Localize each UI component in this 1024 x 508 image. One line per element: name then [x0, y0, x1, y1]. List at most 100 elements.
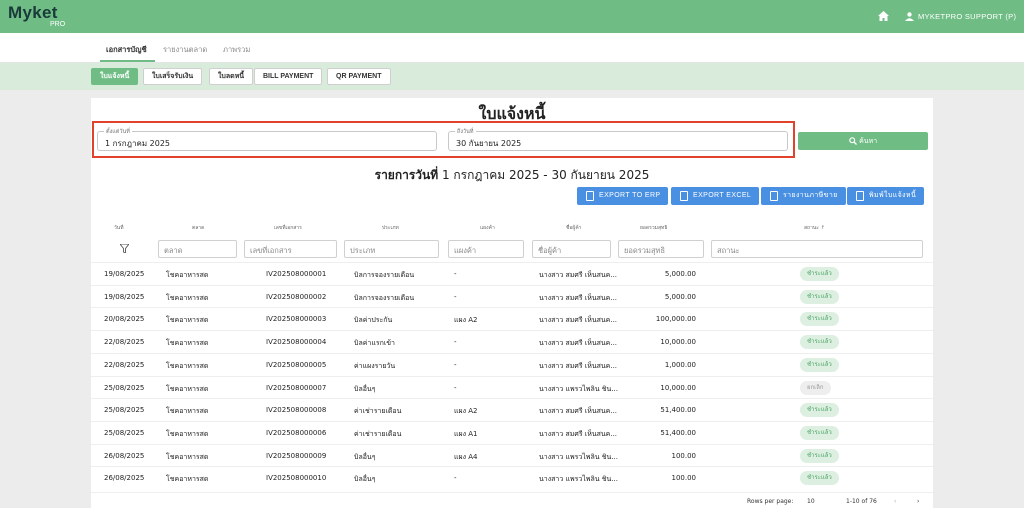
table-row[interactable]: 25/08/2025 โชคอาหารสด IV202508000006 ค่าเช่…	[91, 420, 933, 444]
status-badge: ชำระแล้ว	[800, 267, 839, 281]
filter-type[interactable]: ประเภท	[344, 240, 439, 258]
cell-doc: IV202508000008	[266, 406, 327, 415]
cell-stall: -	[454, 338, 457, 347]
table-row[interactable]: 22/08/2025 โชคอาหารสด IV202508000004 บิลค่า…	[91, 330, 933, 353]
main-tab-bar: เอกสารบัญชี รายงานตลาด ภาพรวม	[0, 33, 1024, 63]
next-page-icon[interactable]: ›	[917, 498, 919, 505]
cell-amount: 100.00	[671, 451, 697, 460]
cell-vendor: นางสาว แพรวไพลิน ชิน...	[539, 452, 618, 461]
export-erp-button[interactable]: EXPORT TO ERP	[577, 187, 669, 205]
search-button-label: ค้นหา	[859, 137, 878, 145]
cell-market: โชคอาหารสด	[166, 271, 209, 279]
status-badge: ชำระแล้ว	[800, 425, 839, 440]
prev-page-icon[interactable]: ‹	[894, 498, 896, 505]
cell-stall: -	[454, 383, 457, 392]
cell-type: ค่าเช่ารายเดือน	[354, 407, 402, 416]
column-header-type[interactable]: ประเภท	[382, 224, 399, 232]
cell-type: บิลอื่นๆ	[354, 384, 376, 393]
cell-vendor: นางสาว สมศรี เห็นสนค...	[539, 429, 618, 438]
cell-market: โชคอาหารสด	[166, 429, 209, 438]
subtab-credit-note[interactable]: ใบลดหนี้	[209, 68, 254, 85]
tab-market-report[interactable]: รายงานตลาด	[163, 44, 207, 56]
filter-doc-number[interactable]: เลขที่เอกสาร	[244, 240, 337, 258]
top-bar: Myket PRO MYKETPRO SUPPORT (P)	[0, 0, 1024, 33]
cell-date: 25/08/2025	[104, 406, 145, 415]
subtab-receipt[interactable]: ใบเสร็จรับเงิน	[143, 68, 203, 85]
cell-vendor: นางสาว แพรวไพลิน ชิน...	[539, 384, 618, 393]
status-badge: ชำระแล้ว	[800, 403, 839, 418]
range-text: 1 กรกฎาคม 2025 - 30 กันยายน 2025	[441, 168, 650, 182]
cell-doc: IV202508000004	[266, 338, 327, 347]
cell-date: 19/08/2025	[104, 292, 145, 301]
cell-type: บิลอื่นๆ	[354, 452, 376, 461]
filter-stall[interactable]: แผงค้า	[448, 240, 524, 258]
range-title: รายการวันที่ 1 กรกฎาคม 2025 - 30 กันยายน…	[91, 166, 933, 185]
cell-market: โชคอาหารสด	[166, 407, 209, 416]
table-row[interactable]: 26/08/2025 โชคอาหารสด IV202508000010 บิลอื่…	[91, 466, 933, 489]
tab-overview[interactable]: ภาพรวม	[223, 44, 250, 56]
table-row[interactable]: 20/08/2025 โชคอาหารสด IV202508000003 บิลค่า…	[91, 307, 933, 330]
tab-accounting-documents[interactable]: เอกสารบัญชี	[106, 44, 147, 56]
user-icon[interactable]	[905, 12, 914, 21]
table-row[interactable]: 25/08/2025 โชคอาหารสด IV202508000008 ค่าเช่…	[91, 398, 933, 421]
column-header-status[interactable]: สถานะ ↑	[804, 224, 825, 232]
cell-stall: แผง A2	[454, 316, 478, 325]
cell-vendor: นางสาว สมศรี เห็นสนค...	[539, 316, 618, 325]
table-row[interactable]: 19/08/2025 โชคอาหารสด IV202508000001 บิลการ…	[91, 262, 933, 285]
table-row[interactable]: 19/08/2025 โชคอาหารสด IV202508000002 บิลการ…	[91, 284, 933, 308]
rows-per-page-label: Rows per page:	[747, 498, 794, 505]
column-header-doc-number[interactable]: เลขที่เอกสาร	[274, 224, 302, 232]
cell-vendor: นางสาว สมศรี เห็นสนค...	[539, 361, 618, 370]
sub-tab-bar: ใบแจ้งหนี้ ใบเสร็จรับเงิน ใบลดหนี้ BILL …	[0, 63, 1024, 90]
home-icon[interactable]	[878, 11, 889, 21]
cell-vendor: นางสาว สมศรี เห็นสนค...	[539, 407, 618, 416]
cell-date: 19/08/2025	[104, 270, 145, 278]
subtab-qr-payment[interactable]: QR PAYMENT	[327, 68, 391, 85]
filter-status[interactable]: สถานะ	[711, 240, 923, 258]
status-badge: ชำระแล้ว	[800, 448, 839, 463]
sales-tax-report-label: รายงานภาษีขาย	[783, 192, 838, 199]
cell-stall: -	[454, 292, 457, 301]
table-row[interactable]: 25/08/2025 โชคอาหารสด IV202508000007 บิลอื่…	[91, 375, 933, 399]
column-header-stall[interactable]: แผงค้า	[480, 224, 495, 232]
highlight-box	[92, 121, 795, 158]
rows-per-page-select[interactable]: 10	[807, 498, 815, 505]
table-row[interactable]: 22/08/2025 โชคอาหารสด IV202508000005 ค่าแผง…	[91, 352, 933, 376]
subtab-invoice[interactable]: ใบแจ้งหนี้	[91, 68, 139, 85]
cell-doc: IV202508000005	[266, 360, 327, 369]
print-invoice-button[interactable]: พิมพ์ใบแจ้งหนี้	[847, 187, 925, 205]
cell-amount: 10,000.00	[660, 383, 696, 392]
cell-date: 26/08/2025	[104, 451, 145, 460]
active-tab-indicator	[100, 60, 155, 62]
cell-type: บิลอื่นๆ	[354, 475, 376, 484]
filter-funnel-icon[interactable]	[120, 244, 129, 253]
search-button[interactable]: ค้นหา	[798, 132, 928, 150]
cell-date: 22/08/2025	[104, 360, 145, 369]
app-logo[interactable]: Myket	[8, 3, 58, 23]
filter-net-total[interactable]: ยอดรวมสุทธิ	[618, 240, 704, 258]
column-header-market[interactable]: ตลาด	[192, 224, 204, 232]
cell-amount: 51,400.00	[660, 428, 696, 437]
cell-type: บิลค่าแรกเข้า	[354, 339, 395, 348]
sales-tax-report-button[interactable]: รายงานภาษีขาย	[761, 187, 846, 205]
cell-market: โชคอาหารสด	[166, 339, 209, 348]
column-header-date[interactable]: วันที่	[114, 224, 124, 232]
cell-type: บิลค่าประกัน	[354, 316, 393, 325]
column-header-net-total[interactable]: ยอดรวมสุทธิ	[640, 224, 667, 232]
app-window: Myket PRO MYKETPRO SUPPORT (P) เอกสารบัญ…	[0, 0, 1024, 508]
column-header-vendor[interactable]: ชื่อผู้ค้า	[566, 224, 581, 232]
cell-amount: 100.00	[671, 474, 697, 483]
range-prefix: รายการวันที่	[374, 168, 439, 182]
table-row[interactable]: 26/08/2025 โชคอาหารสด IV202508000009 บิลอื่…	[91, 443, 933, 467]
cell-type: บิลการจองรายเดือน	[354, 293, 415, 302]
cell-doc: IV202508000007	[266, 383, 327, 392]
cell-vendor: นางสาว สมศรี เห็นสนค...	[539, 339, 618, 348]
cell-vendor: นางสาว สมศรี เห็นสนค...	[539, 271, 618, 279]
export-excel-button[interactable]: EXPORT EXCEL	[671, 187, 760, 205]
filter-market[interactable]: ตลาด	[158, 240, 237, 258]
user-menu[interactable]: MYKETPRO SUPPORT (P)	[918, 12, 1016, 21]
cell-stall: แผง A2	[454, 407, 478, 416]
subtab-bill-payment[interactable]: BILL PAYMENT	[254, 68, 323, 85]
filter-vendor[interactable]: ชื่อผู้ค้า	[532, 240, 611, 258]
cell-stall: แผง A4	[454, 452, 478, 461]
